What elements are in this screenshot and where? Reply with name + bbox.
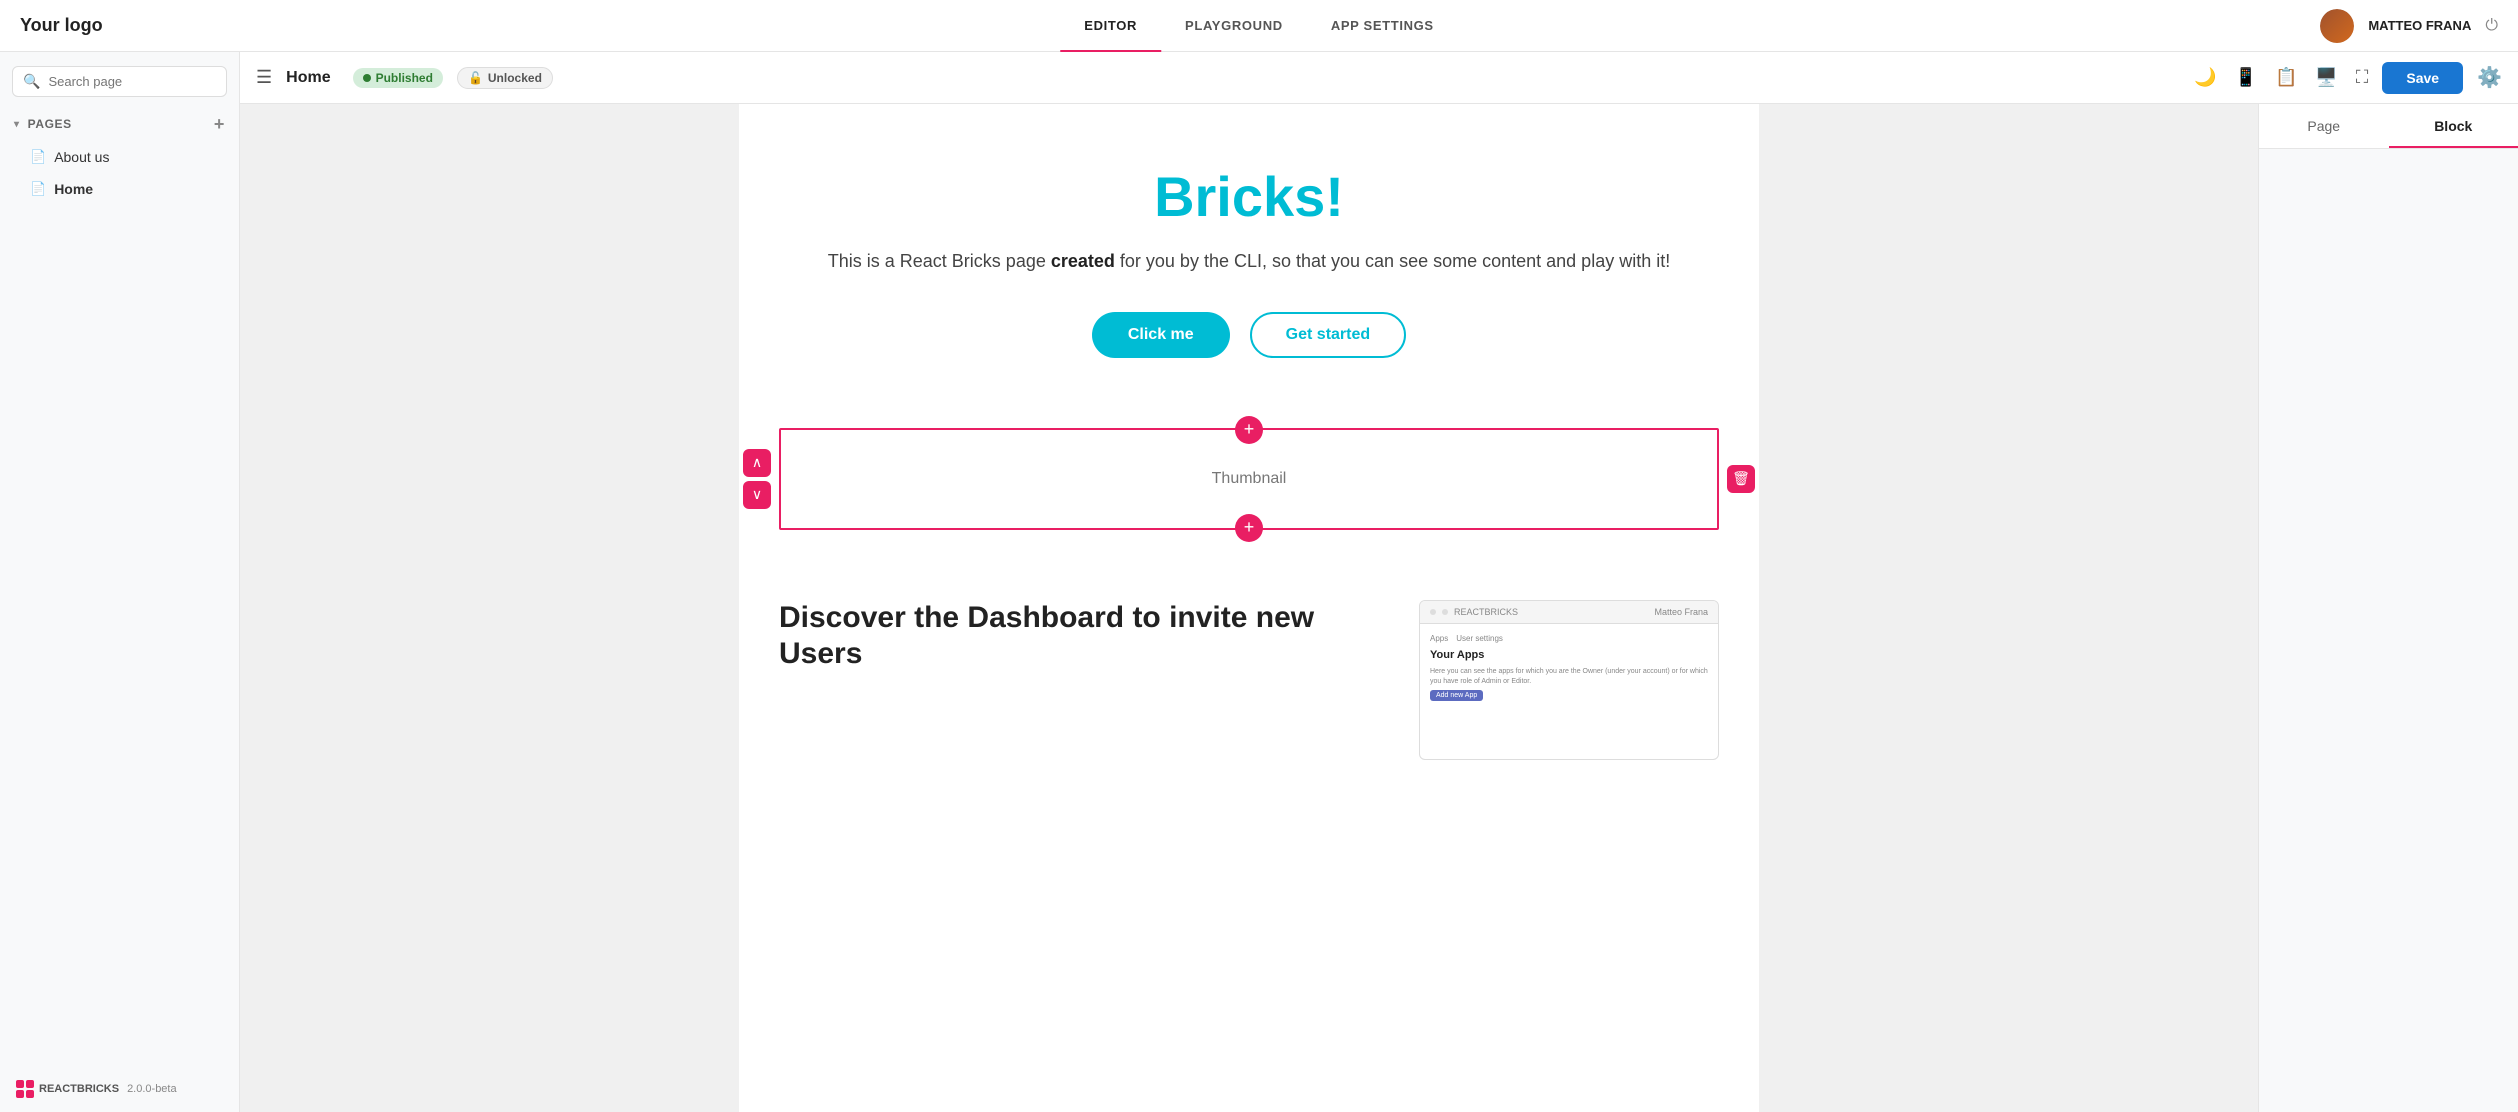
app-logo: Your logo bbox=[20, 15, 103, 36]
mobile-view-icon[interactable]: 📱 bbox=[2235, 67, 2257, 88]
add-block-top-button[interactable]: + bbox=[1235, 416, 1263, 444]
right-panel: Page Block bbox=[2258, 104, 2518, 1112]
sidebar-item-about-us[interactable]: 📄 About us bbox=[6, 141, 233, 173]
search-bar: 🔍 bbox=[12, 66, 227, 97]
dark-mode-icon[interactable]: 🌙 bbox=[2194, 67, 2216, 88]
move-up-button[interactable]: ∧ bbox=[743, 449, 771, 477]
editor-toolbar: ☰ Home Published 🔓 Unlocked 🌙 📱 📋 🖥️ ⛶ S… bbox=[240, 52, 2518, 104]
desktop-view-icon[interactable]: 🖥️ bbox=[2315, 67, 2337, 88]
hero-subtitle: This is a React Bricks page created for … bbox=[779, 247, 1719, 276]
canvas: Bricks! This is a React Bricks page crea… bbox=[739, 104, 1759, 1112]
fullscreen-icon[interactable]: ⛶ bbox=[2356, 67, 2369, 88]
mock-dot-1 bbox=[1430, 609, 1436, 615]
published-badge[interactable]: Published bbox=[353, 68, 443, 88]
tab-block[interactable]: Block bbox=[2389, 104, 2518, 148]
rb-version: 2.0.0-beta bbox=[127, 1083, 177, 1095]
unlocked-label: Unlocked bbox=[488, 71, 542, 85]
add-page-button[interactable]: + bbox=[214, 115, 225, 133]
pages-label: PAGES bbox=[28, 117, 72, 131]
reactbricks-logo: REACTBRICKS bbox=[16, 1080, 119, 1098]
mock-dot-2 bbox=[1442, 609, 1448, 615]
status-dot-icon bbox=[363, 74, 371, 82]
hero-buttons: Click me Get started bbox=[779, 312, 1719, 358]
move-down-button[interactable]: ∨ bbox=[743, 481, 771, 509]
chevron-down-icon: ▾ bbox=[14, 119, 20, 130]
nav-tab-playground[interactable]: PLAYGROUND bbox=[1161, 0, 1307, 52]
mock-add-btn: Add new App bbox=[1430, 690, 1483, 701]
nav-tab-app-settings[interactable]: APP SETTINGS bbox=[1307, 0, 1458, 52]
search-input[interactable] bbox=[48, 74, 224, 89]
unlocked-badge[interactable]: 🔓 Unlocked bbox=[457, 67, 553, 89]
thumbnail-block: + ∧ ∨ Thumbnail 🗑 + bbox=[779, 428, 1719, 530]
discover-title: Discover the Dashboard to invite new Use… bbox=[779, 600, 1379, 672]
published-label: Published bbox=[376, 71, 433, 85]
discover-image: REACTBRICKS Matteo Frana Apps User setti… bbox=[1419, 600, 1719, 760]
hero-section: Bricks! This is a React Bricks page crea… bbox=[739, 104, 1759, 398]
nav-tab-editor[interactable]: EDITOR bbox=[1060, 0, 1161, 52]
sidebar-item-home[interactable]: 📄 Home bbox=[6, 173, 233, 205]
pages-section-header: ▾ PAGES + bbox=[0, 107, 239, 141]
user-name: MATTEO FRANA bbox=[2368, 18, 2471, 33]
thumbnail-label: Thumbnail bbox=[1212, 470, 1287, 487]
thumbnail-block-container: + ∧ ∨ Thumbnail 🗑 + bbox=[779, 428, 1719, 530]
avatar-image bbox=[2320, 9, 2354, 43]
nav-tabs: EDITOR PLAYGROUND APP SETTINGS bbox=[1060, 0, 1457, 52]
mock-header-right: Matteo Frana bbox=[1654, 607, 1708, 617]
hamburger-icon[interactable]: ☰ bbox=[256, 67, 272, 88]
click-me-button[interactable]: Click me bbox=[1092, 312, 1230, 358]
top-nav: Your logo EDITOR PLAYGROUND APP SETTINGS… bbox=[0, 0, 2518, 52]
settings-icon[interactable]: ⚙️ bbox=[2477, 65, 2502, 90]
main-layout: 🔍 ▾ PAGES + 📄 About us 📄 Home REACTBRICK… bbox=[0, 52, 2518, 1112]
avatar bbox=[2320, 9, 2354, 43]
tab-page[interactable]: Page bbox=[2259, 104, 2389, 148]
delete-block-button[interactable]: 🗑 bbox=[1727, 465, 1755, 493]
editor-area: ☰ Home Published 🔓 Unlocked 🌙 📱 📋 🖥️ ⛶ S… bbox=[240, 52, 2518, 1112]
mock-header-left: REACTBRICKS bbox=[1454, 607, 1518, 617]
hero-title: Bricks! bbox=[779, 164, 1719, 229]
page-icon: 📄 bbox=[30, 181, 46, 197]
discover-section: Discover the Dashboard to invite new Use… bbox=[739, 560, 1759, 780]
add-block-bottom-button[interactable]: + bbox=[1235, 514, 1263, 542]
rb-logo-text: REACTBRICKS bbox=[39, 1083, 119, 1095]
block-order-controls: ∧ ∨ bbox=[743, 449, 771, 509]
tablet-view-icon[interactable]: 📋 bbox=[2275, 67, 2297, 88]
sidebar-item-label: Home bbox=[54, 181, 93, 197]
mock-browser-bar: REACTBRICKS Matteo Frana bbox=[1420, 601, 1718, 624]
mock-browser-content: Apps User settings Your Apps Here you ca… bbox=[1420, 624, 1718, 759]
search-icon: 🔍 bbox=[23, 73, 40, 90]
sidebar: 🔍 ▾ PAGES + 📄 About us 📄 Home REACTBRICK… bbox=[0, 52, 240, 1112]
mock-description: Here you can see the apps for which you … bbox=[1430, 667, 1708, 687]
right-panel-tabs: Page Block bbox=[2259, 104, 2518, 149]
discover-text: Discover the Dashboard to invite new Use… bbox=[779, 600, 1379, 672]
mock-your-apps: Your Apps bbox=[1430, 649, 1708, 661]
rb-logo-icon bbox=[16, 1080, 34, 1098]
canvas-container: Bricks! This is a React Bricks page crea… bbox=[240, 104, 2258, 1112]
sidebar-item-label: About us bbox=[54, 149, 109, 165]
sidebar-bottom: REACTBRICKS 2.0.0-beta bbox=[0, 1066, 239, 1112]
save-button[interactable]: Save bbox=[2382, 62, 2463, 94]
get-started-button[interactable]: Get started bbox=[1250, 312, 1406, 358]
power-icon[interactable]: ⏻ bbox=[2485, 17, 2498, 35]
canvas-panel-row: Bricks! This is a React Bricks page crea… bbox=[240, 104, 2518, 1112]
mock-nav-apps: Apps bbox=[1430, 634, 1448, 643]
nav-right: MATTEO FRANA ⏻ bbox=[2320, 9, 2498, 43]
view-mode-icons: 🌙 📱 📋 🖥️ ⛶ bbox=[2194, 67, 2368, 88]
lock-icon: 🔓 bbox=[468, 71, 483, 85]
page-icon: 📄 bbox=[30, 149, 46, 165]
mock-nav-user-settings: User settings bbox=[1456, 634, 1503, 643]
page-title: Home bbox=[286, 69, 330, 87]
